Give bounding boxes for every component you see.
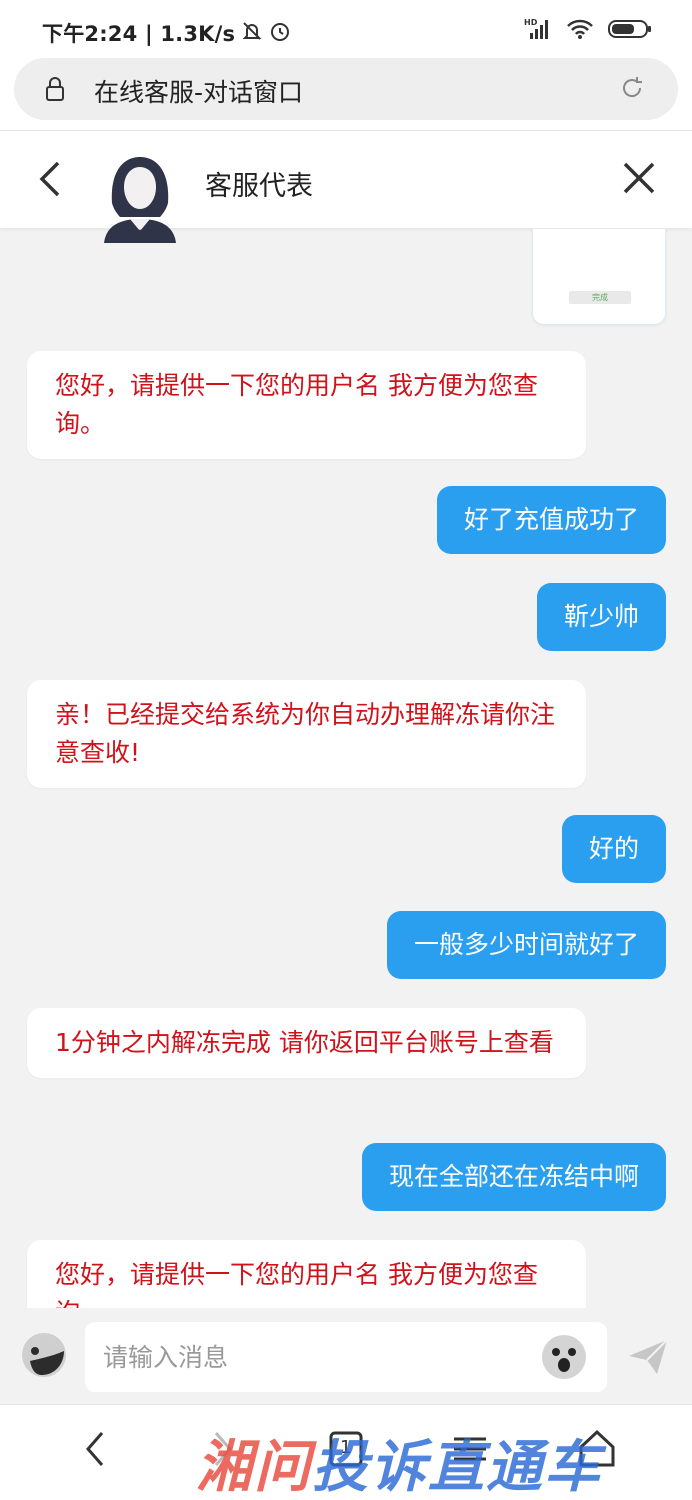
message-outgoing: 好的 xyxy=(561,815,666,883)
message-outgoing: 现在全部还在冻结中啊 xyxy=(361,1143,666,1211)
close-icon[interactable] xyxy=(622,161,656,199)
browser-nav-bar: 1 xyxy=(0,1404,692,1500)
reload-icon[interactable] xyxy=(618,74,646,106)
message-incoming: 您好，请提供一下您的用户名 我方便为您查询。 xyxy=(27,1240,586,1308)
back-arrow-icon[interactable] xyxy=(34,159,64,203)
home-icon[interactable] xyxy=(578,1427,616,1475)
tab-count: 1 xyxy=(340,1437,352,1458)
chat-messages[interactable]: 完成 您好，请提供一下您的用户名 我方便为您查询。 好了充值成功了 靳少帅 亲！… xyxy=(0,229,692,1308)
browser-toolbar: 在线客服-对话窗口 xyxy=(0,58,692,130)
message-outgoing: 好了充值成功了 xyxy=(436,486,666,554)
message-outgoing: 一般多少时间就好了 xyxy=(386,911,666,979)
message-incoming: 1分钟之内解冻完成 请你返回平台账号上查看 xyxy=(27,1008,586,1078)
card-button[interactable]: 完成 xyxy=(569,291,631,304)
nav-forward-icon[interactable] xyxy=(208,1427,238,1475)
menu-icon[interactable] xyxy=(452,1427,488,1475)
hd-signal-icon: HD xyxy=(524,17,552,45)
emoji-icon[interactable] xyxy=(541,1334,587,1384)
battery-icon xyxy=(608,19,652,43)
alarm-icon xyxy=(269,20,291,47)
agent-name: 客服代表 xyxy=(205,171,313,202)
status-left: 下午2:24 | 1.3K/s xyxy=(42,18,291,48)
svg-text:HD: HD xyxy=(524,18,538,27)
message-input-bar xyxy=(0,1308,692,1404)
tabs-icon[interactable]: 1 xyxy=(328,1427,366,1475)
message-input-field xyxy=(85,1322,607,1392)
status-bar: 下午2:24 | 1.3K/s HD xyxy=(0,0,692,58)
chat-header: 客服代表 xyxy=(0,130,692,243)
send-icon[interactable] xyxy=(627,1338,669,1380)
message-incoming: 您好，请提供一下您的用户名 我方便为您查询。 xyxy=(27,351,586,459)
notification-muted-icon xyxy=(241,20,263,47)
message-outgoing: 靳少帅 xyxy=(536,583,666,651)
page-title: 在线客服-对话窗口 xyxy=(94,78,304,107)
partial-card-message: 完成 xyxy=(532,229,666,325)
wifi-icon xyxy=(566,18,594,44)
sticker-icon[interactable] xyxy=(20,1331,68,1383)
nav-back-icon[interactable] xyxy=(80,1427,110,1475)
message-incoming: 亲！已经提交给系统为你自动办理解冻请你注意查收! xyxy=(27,680,586,788)
message-input[interactable] xyxy=(103,1338,533,1376)
status-right: HD xyxy=(524,17,652,45)
status-time-speed: 下午2:24 | 1.3K/s xyxy=(42,22,236,46)
address-bar[interactable]: 在线客服-对话窗口 xyxy=(14,58,678,120)
lock-icon xyxy=(44,75,66,107)
